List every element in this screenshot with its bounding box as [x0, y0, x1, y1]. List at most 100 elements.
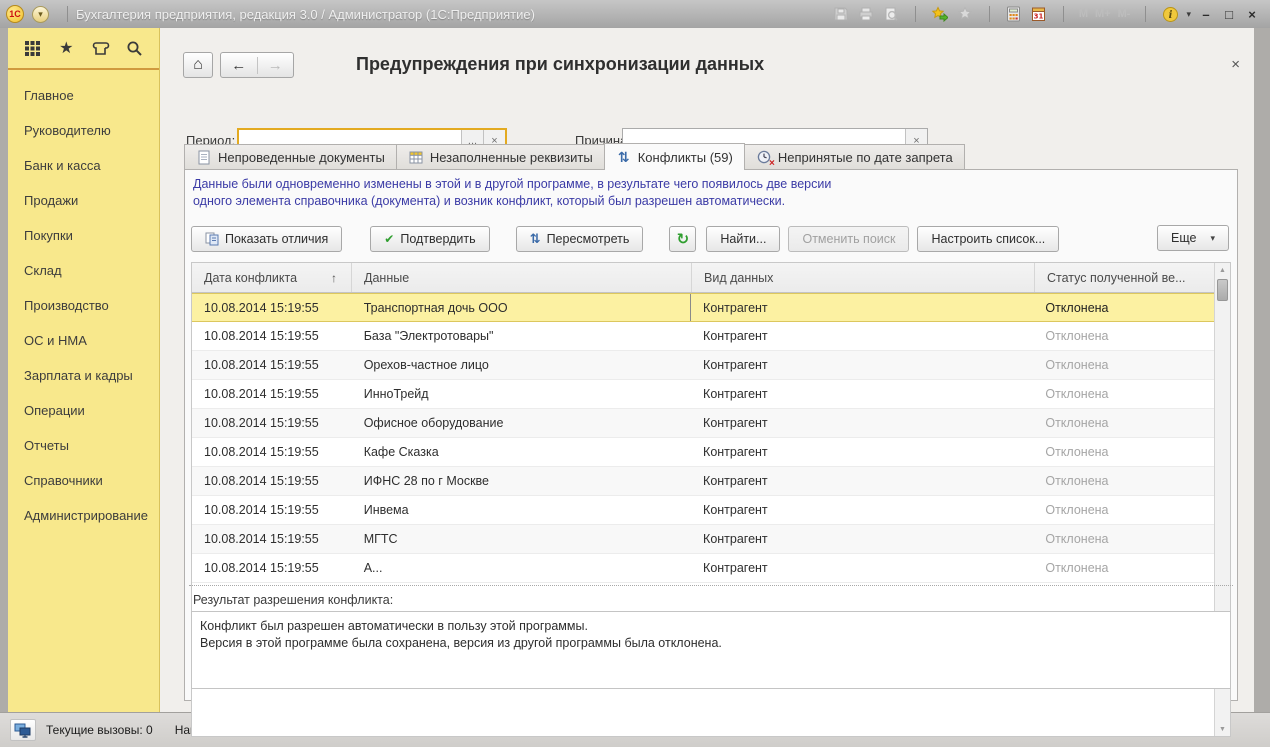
table-row[interactable]: 10.08.2014 15:19:55ИнвемаКонтрагентОткло… — [192, 496, 1214, 525]
tab-unposted-documents[interactable]: Непроведенные документы — [184, 144, 396, 170]
add-favorite-icon[interactable] — [931, 5, 949, 23]
scroll-down-icon[interactable]: ▼ — [1215, 722, 1230, 736]
clock-denied-icon: × — [756, 149, 772, 165]
sidebar: ★ ГлавноеРуководителюБанк и кассаПродажи… — [8, 28, 160, 712]
tab-label: Конфликты (59) — [638, 150, 733, 165]
print-preview-icon[interactable] — [882, 5, 900, 23]
sort-asc-icon: ↑ — [331, 271, 337, 285]
table-row[interactable]: 10.08.2014 15:19:55А...КонтрагентОтклоне… — [192, 554, 1214, 583]
column-header-status[interactable]: Статус полученной ве... — [1035, 263, 1200, 292]
table-row[interactable]: 10.08.2014 15:19:55ИнноТрейдКонтрагентОт… — [192, 380, 1214, 409]
review-button[interactable]: ⇅ Пересмотреть — [516, 226, 644, 252]
sidebar-item-4[interactable]: Покупки — [8, 218, 159, 253]
server-calls-icon[interactable] — [10, 719, 36, 741]
sidebar-item-6[interactable]: Производство — [8, 288, 159, 323]
check-icon: ✔ — [384, 232, 394, 246]
page-title: Предупреждения при синхронизации данных — [356, 54, 764, 75]
system-menu-button[interactable]: ▾ — [32, 6, 49, 23]
minimize-button[interactable]: – — [1198, 7, 1214, 22]
sidebar-item-7[interactable]: ОС и НМА — [8, 323, 159, 358]
favorites-star-icon[interactable]: ★ — [56, 38, 76, 58]
table-row[interactable]: 10.08.2014 15:19:55ИФНС 28 по г МосквеКо… — [192, 467, 1214, 496]
cell-data: А... — [352, 554, 691, 582]
refresh-icon: ↻ — [677, 230, 690, 248]
info-dropdown-icon[interactable]: ▾ — [1186, 9, 1191, 20]
arrow-left-icon: ← — [231, 57, 246, 74]
home-button[interactable]: ⌂ — [183, 52, 213, 78]
cell-status: Отклонена — [1033, 294, 1214, 321]
close-button[interactable]: × — [1244, 7, 1260, 22]
tab-unfilled-requisites[interactable]: Незаполненные реквизиты — [396, 144, 604, 170]
scroll-up-icon[interactable]: ▲ — [1215, 263, 1230, 277]
sections-grid-icon[interactable] — [22, 38, 42, 58]
result-label: Результат разрешения конфликта: — [193, 593, 393, 607]
chevron-down-icon: ▾ — [1210, 233, 1215, 244]
cell-status: Отклонена — [1033, 322, 1214, 350]
favorites-icon[interactable] — [956, 5, 974, 23]
cell-data: МГТС — [352, 525, 691, 553]
info-icon[interactable]: i — [1161, 5, 1179, 23]
svg-text:31: 31 — [1034, 13, 1044, 21]
tab-rejected-by-date[interactable]: × Непринятые по дате запрета — [745, 144, 965, 170]
configure-list-button[interactable]: Настроить список... — [917, 226, 1059, 252]
column-header-kind[interactable]: Вид данных — [692, 263, 1035, 292]
refresh-button[interactable]: ↻ — [669, 226, 696, 252]
cell-status: Отклонена — [1033, 409, 1214, 437]
maximize-button[interactable]: □ — [1221, 7, 1237, 22]
sidebar-item-0[interactable]: Главное — [8, 78, 159, 113]
tab-label: Непринятые по дате запрета — [778, 150, 953, 165]
print-icon[interactable] — [857, 5, 875, 23]
table-row[interactable]: 10.08.2014 15:19:55Орехов-частное лицоКо… — [192, 351, 1214, 380]
show-differences-button[interactable]: Показать отличия — [191, 226, 342, 252]
memory-subtract-button[interactable]: M- — [1118, 8, 1131, 20]
column-header-data[interactable]: Данные — [352, 263, 692, 292]
forward-button[interactable]: → — [258, 57, 294, 74]
memory-add-button[interactable]: M+ — [1095, 8, 1111, 20]
divider — [1145, 6, 1146, 22]
memory-store-button[interactable]: M — [1079, 8, 1088, 20]
sidebar-item-8[interactable]: Зарплата и кадры — [8, 358, 159, 393]
cell-date: 10.08.2014 15:19:55 — [192, 351, 352, 379]
cell-status: Отклонена — [1033, 496, 1214, 524]
more-button[interactable]: Еще ▾ — [1157, 225, 1229, 251]
cell-date: 10.08.2014 15:19:55 — [192, 467, 352, 495]
arrow-right-icon: → — [268, 57, 283, 74]
chevron-down-icon: ▾ — [38, 9, 43, 20]
column-header-date[interactable]: Дата конфликта ↑ — [192, 263, 352, 292]
save-icon[interactable] — [832, 5, 850, 23]
table-row[interactable]: 10.08.2014 15:19:55Кафе СказкаКонтрагент… — [192, 438, 1214, 467]
tab-conflicts[interactable]: ⇅ Конфликты (59) — [604, 143, 745, 170]
conflicts-panel: Данные были одновременно изменены в этой… — [184, 169, 1238, 701]
sidebar-item-2[interactable]: Банк и касса — [8, 148, 159, 183]
sidebar-item-9[interactable]: Операции — [8, 393, 159, 428]
sidebar-item-12[interactable]: Администрирование — [8, 498, 159, 533]
table-row[interactable]: 10.08.2014 15:19:55МГТСКонтрагентОтклоне… — [192, 525, 1214, 554]
calculator-icon[interactable] — [1005, 5, 1023, 23]
scrollbar-thumb[interactable] — [1217, 279, 1228, 301]
find-button[interactable]: Найти... — [706, 226, 780, 252]
cell-kind: Контрагент — [691, 322, 1033, 350]
divider — [1063, 6, 1064, 22]
back-button[interactable]: ← — [221, 57, 258, 74]
cell-data: ИнноТрейд — [352, 380, 691, 408]
table-row[interactable]: 10.08.2014 15:19:55База "Электротовары"К… — [192, 322, 1214, 351]
cell-date: 10.08.2014 15:19:55 — [192, 380, 352, 408]
page-close-button[interactable]: × — [1231, 56, 1240, 73]
cell-kind: Контрагент — [691, 438, 1033, 466]
sidebar-item-1[interactable]: Руководителю — [8, 113, 159, 148]
cell-kind: Контрагент — [691, 294, 1033, 321]
table-row[interactable]: 10.08.2014 15:19:55Транспортная дочь ООО… — [192, 293, 1214, 322]
sidebar-item-3[interactable]: Продажи — [8, 183, 159, 218]
search-icon[interactable] — [125, 38, 145, 58]
sidebar-item-11[interactable]: Справочники — [8, 463, 159, 498]
confirm-button[interactable]: ✔ Подтвердить — [370, 226, 489, 252]
table-row[interactable]: 10.08.2014 15:19:55Офисное оборудованиеК… — [192, 409, 1214, 438]
sidebar-item-5[interactable]: Склад — [8, 253, 159, 288]
calendar-icon[interactable]: 31 — [1030, 5, 1048, 23]
table-icon — [408, 149, 424, 165]
tab-bar: Непроведенные документы Незаполненные ре… — [184, 143, 965, 170]
sidebar-item-10[interactable]: Отчеты — [8, 428, 159, 463]
cell-data: ИФНС 28 по г Москве — [352, 467, 691, 495]
cancel-search-button: Отменить поиск — [788, 226, 909, 252]
history-icon[interactable] — [91, 38, 111, 58]
